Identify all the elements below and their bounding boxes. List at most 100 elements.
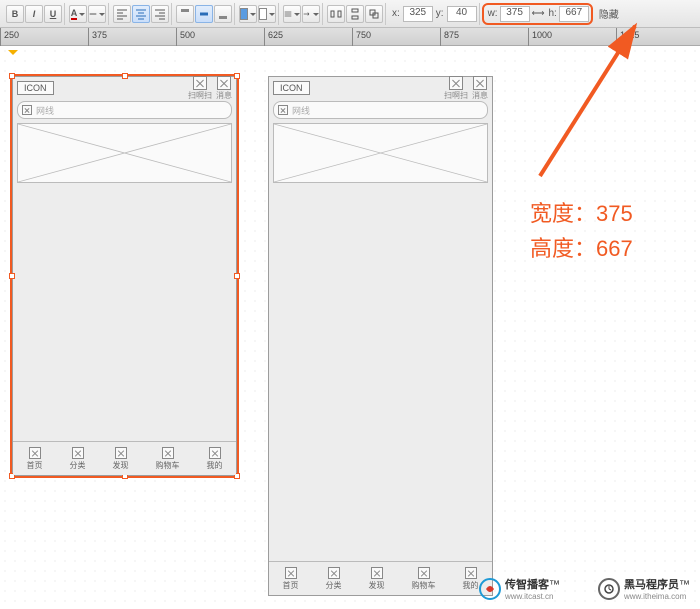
mock-banner bbox=[273, 123, 488, 183]
mock-tabbar: 首页 分类 发现 购物车 我的 bbox=[269, 561, 492, 595]
ruler-tick: 1000 bbox=[528, 28, 529, 46]
ruler-tick: 750 bbox=[352, 28, 353, 46]
align-bottom-button[interactable] bbox=[214, 5, 232, 23]
mock-header: ICON 扫啊扫 消息 bbox=[13, 77, 236, 99]
tab-label: 购物车 bbox=[412, 580, 436, 591]
align-center-button[interactable] bbox=[132, 5, 150, 23]
search-icon bbox=[22, 105, 32, 115]
align-objects-button[interactable] bbox=[365, 5, 383, 23]
horizontal-ruler: 25037550062575087510001125 bbox=[0, 28, 700, 46]
mock-search: 网线 bbox=[273, 101, 488, 119]
resize-handle[interactable] bbox=[9, 273, 15, 279]
placeholder-icon bbox=[328, 567, 340, 579]
resize-handle[interactable] bbox=[9, 73, 15, 79]
wm-right-url: www.itheima.com bbox=[624, 592, 690, 601]
mock-search: 网线 bbox=[17, 101, 232, 119]
search-placeholder: 网线 bbox=[36, 104, 54, 117]
tab-label: 首页 bbox=[283, 580, 299, 591]
position-group: x: 325 y: 40 bbox=[388, 3, 480, 25]
w-input[interactable]: 375 bbox=[500, 6, 530, 22]
annotation-text: 宽度：375 高度：667 bbox=[530, 196, 633, 266]
placeholder-icon bbox=[371, 567, 383, 579]
x-input[interactable]: 325 bbox=[403, 6, 433, 22]
ruler-tick: 1125 bbox=[616, 28, 617, 46]
align-top-button[interactable] bbox=[176, 5, 194, 23]
y-input[interactable]: 40 bbox=[447, 6, 477, 22]
placeholder-icon bbox=[209, 447, 221, 459]
placeholder-icon bbox=[449, 76, 463, 90]
italic-button[interactable]: I bbox=[25, 5, 43, 23]
annotation-width: 宽度：375 bbox=[530, 196, 633, 231]
tab-label: 首页 bbox=[27, 460, 43, 471]
artboard-selected[interactable]: ICON 扫啊扫 消息 网线 首页 分类 发现 购物车 我的 bbox=[12, 76, 237, 476]
align-middle-button[interactable] bbox=[195, 5, 213, 23]
watermark-itcast: 传智播客™ www.itcast.cn bbox=[479, 576, 560, 601]
tab-item: 购物车 bbox=[156, 447, 180, 471]
line-weight-button[interactable] bbox=[283, 5, 301, 23]
placeholder-icon bbox=[217, 76, 231, 90]
mock-banner bbox=[17, 123, 232, 183]
placeholder-icon bbox=[465, 567, 477, 579]
ruler-tick: 250 bbox=[0, 28, 1, 46]
search-placeholder: 网线 bbox=[292, 104, 310, 117]
line-arrow-button[interactable] bbox=[302, 5, 320, 23]
align-left-button[interactable] bbox=[113, 5, 131, 23]
h-input[interactable]: 667 bbox=[559, 6, 589, 22]
tab-item: 我的 bbox=[463, 567, 479, 591]
line-style-button[interactable] bbox=[88, 5, 106, 23]
tab-item: 我的 bbox=[207, 447, 223, 471]
header-label-2: 消息 bbox=[216, 90, 232, 101]
header-label-1: 扫啊扫 bbox=[444, 90, 468, 101]
placeholder-icon bbox=[473, 76, 487, 90]
placeholder-icon bbox=[285, 567, 297, 579]
search-icon bbox=[278, 105, 288, 115]
resize-handle[interactable] bbox=[234, 273, 240, 279]
resize-handle[interactable] bbox=[234, 73, 240, 79]
placeholder-icon bbox=[29, 447, 41, 459]
bold-button[interactable]: B bbox=[6, 5, 24, 23]
tab-label: 我的 bbox=[463, 580, 479, 591]
h-label: h: bbox=[548, 8, 556, 19]
tab-label: 购物车 bbox=[156, 460, 180, 471]
design-canvas[interactable]: ICON 扫啊扫 消息 网线 首页分类发现购物车我的 ICON bbox=[0, 46, 700, 609]
y-label: y: bbox=[436, 8, 444, 19]
tab-label: 发现 bbox=[113, 460, 129, 471]
x-label: x: bbox=[392, 8, 400, 19]
tab-label: 发现 bbox=[369, 580, 385, 591]
tab-label: 我的 bbox=[207, 460, 223, 471]
tab-label: 分类 bbox=[70, 460, 86, 471]
mock-header: ICON 扫啊扫 消息 bbox=[269, 77, 492, 99]
tab-item: 发现 bbox=[113, 447, 129, 471]
placeholder-icon bbox=[162, 447, 174, 459]
header-label-2: 消息 bbox=[472, 90, 488, 101]
fill-color-button[interactable] bbox=[239, 5, 257, 23]
wm-right-name: 黑马程序员 bbox=[624, 579, 679, 591]
tab-item: 购物车 bbox=[412, 567, 436, 591]
resize-handle[interactable] bbox=[122, 73, 128, 79]
hide-label[interactable]: 隐藏 bbox=[599, 6, 619, 21]
watermark-itheima: 黑马程序员™ www.itheima.com bbox=[598, 576, 690, 601]
header-label-1: 扫啊扫 bbox=[188, 90, 212, 101]
format-toolbar: B I U A x: 325 y: 40 w: 375 ⟷ h: bbox=[0, 0, 700, 28]
guide-marker bbox=[8, 50, 18, 60]
artboard-2[interactable]: ICON 扫啊扫 消息 网线 首页 分类 发现 购物车 我的 bbox=[268, 76, 493, 596]
placeholder-icon bbox=[115, 447, 127, 459]
tab-item: 首页 bbox=[27, 447, 43, 471]
wm-left-url: www.itcast.cn bbox=[505, 592, 560, 601]
size-group-highlight: w: 375 ⟷ h: 667 bbox=[482, 3, 593, 25]
underline-button[interactable]: U bbox=[44, 5, 62, 23]
distribute-h-button[interactable] bbox=[327, 5, 345, 23]
wm-left-name: 传智播客 bbox=[505, 579, 549, 591]
lock-aspect-icon[interactable]: ⟷ bbox=[532, 8, 545, 19]
line-color-button[interactable] bbox=[258, 5, 276, 23]
distribute-v-button[interactable] bbox=[346, 5, 364, 23]
ruler-tick: 375 bbox=[88, 28, 89, 46]
tab-label: 分类 bbox=[326, 580, 342, 591]
align-right-button[interactable] bbox=[151, 5, 169, 23]
font-color-button[interactable]: A bbox=[69, 5, 87, 23]
tab-item: 首页 bbox=[283, 567, 299, 591]
tab-item: 分类 bbox=[326, 567, 342, 591]
placeholder-icon bbox=[418, 567, 430, 579]
ruler-tick: 500 bbox=[176, 28, 177, 46]
mock-tabbar: 首页 分类 发现 购物车 我的 bbox=[13, 441, 236, 475]
